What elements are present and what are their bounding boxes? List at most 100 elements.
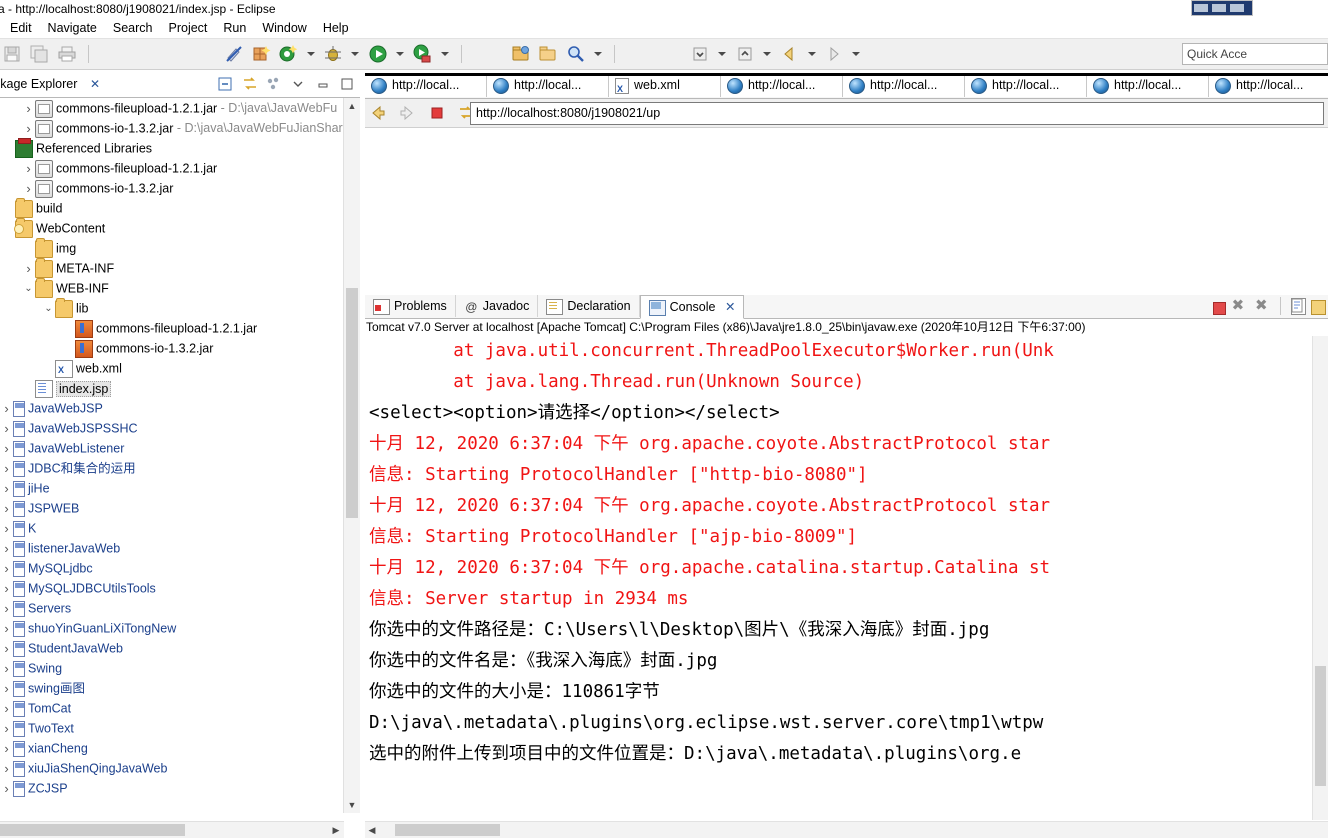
tree-item-project[interactable]: › MySQLJDBCUtilsTools bbox=[0, 578, 344, 598]
back-icon[interactable] bbox=[368, 103, 388, 123]
scroll-thumb[interactable] bbox=[346, 288, 358, 518]
clear-console-icon[interactable] bbox=[1290, 297, 1306, 315]
chevron-right-icon[interactable]: › bbox=[22, 119, 35, 139]
chevron-right-icon[interactable]: › bbox=[0, 579, 13, 599]
chevron-down-icon[interactable] bbox=[852, 52, 861, 56]
tree-item[interactable]: › commons-fileupload-1.2.1.jar bbox=[0, 158, 344, 178]
tree-item-project[interactable]: › TwoText bbox=[0, 718, 344, 738]
editor-tab[interactable]: web.xml bbox=[609, 73, 721, 101]
open-folder-icon[interactable] bbox=[538, 44, 558, 64]
chevron-right-icon[interactable]: › bbox=[0, 779, 13, 799]
minimize-icon[interactable] bbox=[1194, 4, 1208, 12]
tree-item-project[interactable]: › xianCheng bbox=[0, 738, 344, 758]
link-with-editor-icon[interactable] bbox=[241, 75, 259, 93]
tree-item[interactable]: commons-fileupload-1.2.1.jar bbox=[0, 318, 344, 338]
console-horizontal-scrollbar[interactable]: ◀ bbox=[365, 821, 1328, 838]
chevron-right-icon[interactable]: › bbox=[0, 499, 13, 519]
chevron-down-icon[interactable] bbox=[440, 52, 449, 56]
scroll-thumb[interactable] bbox=[1315, 666, 1326, 786]
project-tree[interactable]: › commons-fileupload-1.2.1.jar - D:\java\… bbox=[0, 98, 344, 813]
chevron-right-icon[interactable]: › bbox=[22, 179, 35, 199]
chevron-down-icon[interactable] bbox=[351, 52, 360, 56]
chevron-right-icon[interactable]: › bbox=[0, 559, 13, 579]
close-icon[interactable]: ✕ bbox=[90, 77, 100, 91]
remove-all-launches-icon[interactable]: ✖ bbox=[1255, 297, 1273, 315]
tree-item-project[interactable]: › ZCJSP bbox=[0, 778, 344, 798]
editor-tab[interactable]: http://local... bbox=[965, 73, 1087, 97]
scroll-lock-icon[interactable] bbox=[1311, 300, 1326, 315]
chevron-right-icon[interactable]: › bbox=[0, 699, 13, 719]
chevron-right-icon[interactable]: › bbox=[0, 419, 13, 439]
chevron-right-icon[interactable]: › bbox=[0, 399, 13, 419]
tab-javadoc[interactable]: @ Javadoc bbox=[456, 295, 539, 317]
tree-vertical-scrollbar[interactable]: ▲ ▼ bbox=[343, 98, 360, 813]
quick-access-input[interactable]: Quick Acce bbox=[1182, 43, 1328, 65]
editor-tab[interactable]: http://local... bbox=[487, 73, 609, 97]
browser-url-input[interactable]: http://localhost:8080/j1908021/up bbox=[470, 102, 1324, 125]
chevron-right-icon[interactable]: › bbox=[0, 539, 13, 559]
menu-item-window[interactable]: Window bbox=[254, 18, 314, 38]
back-icon[interactable] bbox=[779, 44, 799, 64]
tree-item-project[interactable]: › swing画图 bbox=[0, 678, 344, 698]
chevron-right-icon[interactable]: › bbox=[0, 679, 13, 699]
tree-item-project[interactable]: › TomCat bbox=[0, 698, 344, 718]
window-controls[interactable] bbox=[1191, 0, 1253, 16]
editor-tab[interactable]: http://local... bbox=[1209, 73, 1328, 97]
chevron-right-icon[interactable]: › bbox=[0, 639, 13, 659]
scroll-right-icon[interactable]: ▶ bbox=[328, 822, 344, 838]
tree-item-project[interactable]: › JavaWebJSPSSHC bbox=[0, 418, 344, 438]
menu-item-search[interactable]: Search bbox=[105, 18, 161, 38]
tab-declaration[interactable]: Declaration bbox=[538, 295, 640, 317]
menu-item-edit[interactable]: Edit bbox=[2, 18, 40, 38]
tree-item-project[interactable]: › jiHe bbox=[0, 478, 344, 498]
chevron-right-icon[interactable]: › bbox=[22, 259, 35, 279]
print-icon[interactable] bbox=[57, 44, 77, 64]
scroll-left-icon[interactable]: ◀ bbox=[365, 822, 379, 838]
tree-item-project[interactable]: › StudentJavaWeb bbox=[0, 638, 344, 658]
chevron-right-icon[interactable]: › bbox=[0, 479, 13, 499]
new-wizard-icon[interactable] bbox=[251, 44, 271, 64]
chevron-right-icon[interactable]: › bbox=[0, 719, 13, 739]
chevron-right-icon[interactable]: › bbox=[0, 519, 13, 539]
minimize-icon[interactable] bbox=[314, 75, 332, 93]
view-menu-icon[interactable] bbox=[265, 75, 283, 93]
tree-item-project[interactable]: › MySQLjdbc bbox=[0, 558, 344, 578]
chevron-right-icon[interactable]: › bbox=[22, 159, 35, 179]
tree-item[interactable]: web.xml bbox=[0, 358, 344, 380]
debug-icon[interactable] bbox=[323, 44, 343, 64]
save-icon[interactable] bbox=[2, 44, 22, 64]
previous-annotation-icon[interactable] bbox=[735, 44, 755, 64]
forward-icon[interactable] bbox=[397, 103, 417, 123]
tree-item-project[interactable]: › JSPWEB bbox=[0, 498, 344, 518]
external-tools-icon[interactable] bbox=[511, 44, 531, 64]
chevron-right-icon[interactable]: › bbox=[0, 619, 13, 639]
close-icon[interactable] bbox=[1230, 4, 1244, 12]
package-explorer-tab[interactable]: ckage Explorer ✕ bbox=[0, 73, 360, 98]
save-all-icon[interactable] bbox=[29, 44, 49, 64]
next-annotation-icon[interactable] bbox=[690, 44, 710, 64]
terminate-icon[interactable] bbox=[1213, 301, 1227, 315]
menu-item-run[interactable]: Run bbox=[215, 18, 254, 38]
console-vertical-scrollbar[interactable] bbox=[1312, 336, 1328, 820]
tree-item[interactable]: › commons-io-1.3.2.jar bbox=[0, 178, 344, 198]
stop-icon[interactable] bbox=[427, 103, 447, 123]
chevron-right-icon[interactable]: › bbox=[0, 759, 13, 779]
chevron-down-icon[interactable] bbox=[807, 52, 816, 56]
chevron-right-icon[interactable]: › bbox=[0, 439, 13, 459]
new-java-class-icon[interactable] bbox=[278, 44, 298, 64]
close-icon[interactable]: ✕ bbox=[725, 300, 735, 314]
editor-tab[interactable]: http://local... bbox=[1087, 73, 1209, 97]
chevron-right-icon[interactable]: › bbox=[22, 99, 35, 119]
tree-item-project[interactable]: › shuoYinGuanLiXiTongNew bbox=[0, 618, 344, 638]
console-output[interactable]: at java.util.concurrent.ThreadPoolExecut… bbox=[365, 336, 1313, 820]
chevron-right-icon[interactable]: › bbox=[0, 739, 13, 759]
tree-item-project[interactable]: › Servers bbox=[0, 598, 344, 618]
editor-tab[interactable]: http://local... bbox=[843, 73, 965, 97]
tree-item[interactable]: › commons-fileupload-1.2.1.jar - D:\java\… bbox=[0, 98, 344, 118]
tree-item[interactable]: Referenced Libraries bbox=[0, 137, 344, 158]
maximize-icon[interactable] bbox=[338, 75, 356, 93]
tree-horizontal-scrollbar[interactable]: ▶ bbox=[0, 821, 344, 838]
maximize-icon[interactable] bbox=[1212, 4, 1226, 12]
tree-item[interactable]: ⌄ WEB-INF bbox=[0, 277, 344, 298]
tree-item[interactable]: › commons-io-1.3.2.jar - D:\java\JavaWebF… bbox=[0, 118, 344, 138]
